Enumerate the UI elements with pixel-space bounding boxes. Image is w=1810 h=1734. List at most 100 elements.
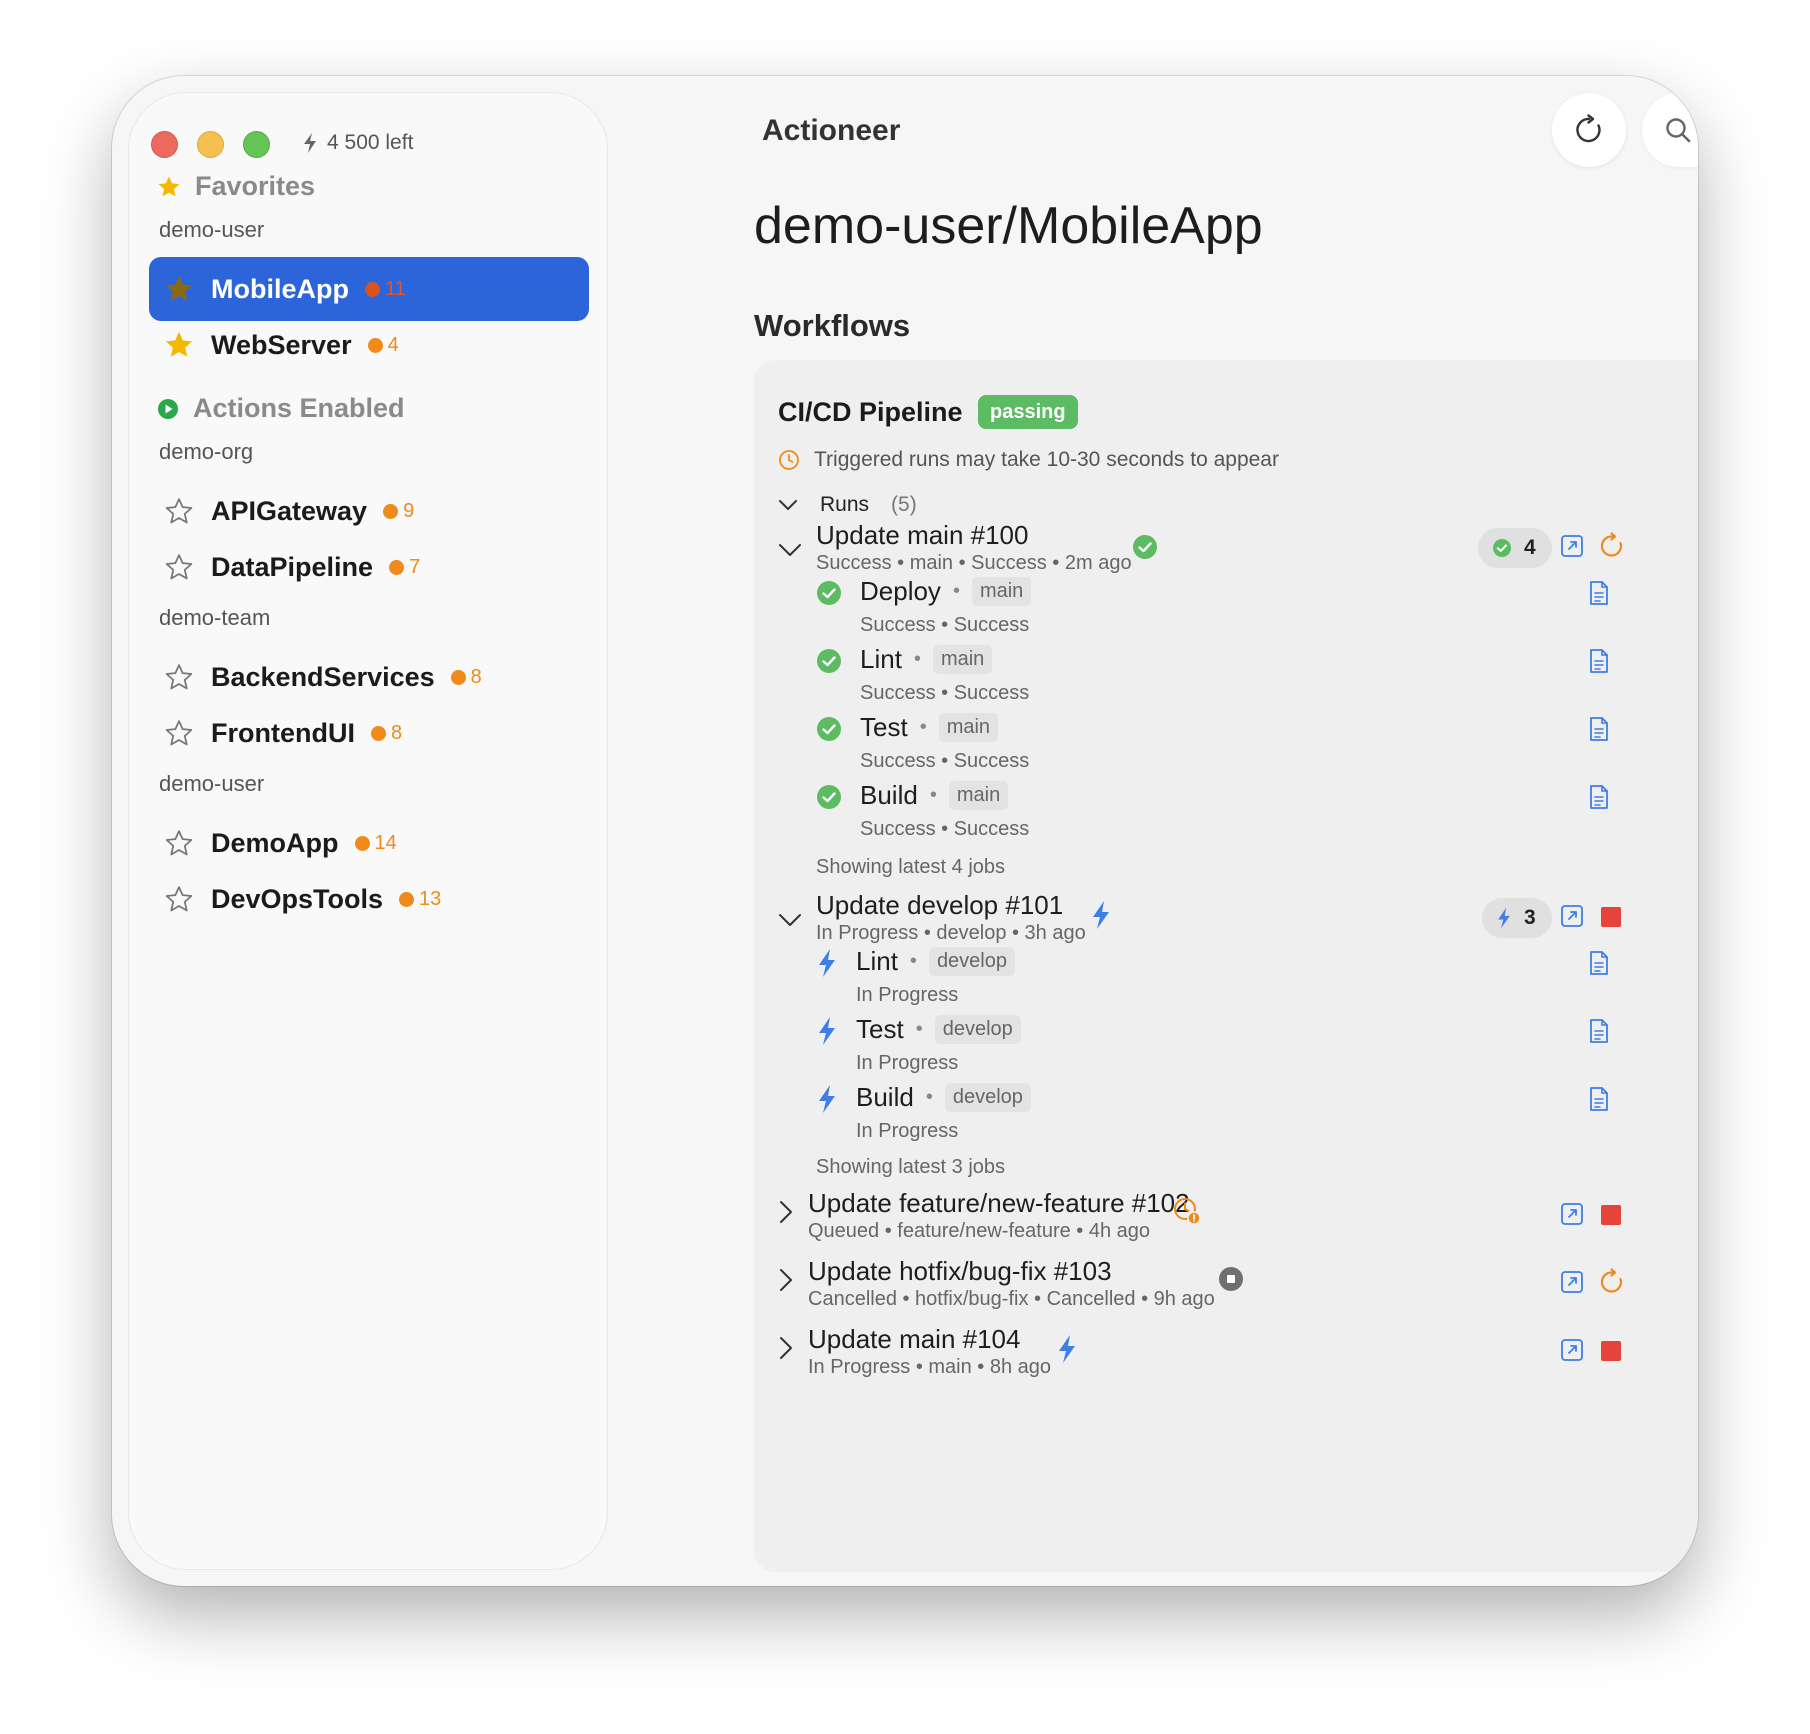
chevron-down-icon[interactable] <box>778 912 802 928</box>
runs-label: Runs <box>820 493 870 516</box>
job-item[interactable]: Build • develop <box>856 1082 1031 1113</box>
log-document-icon[interactable] <box>1588 784 1610 810</box>
star-filled-icon[interactable] <box>161 271 197 307</box>
job-status: Success • Success <box>860 818 1030 840</box>
owner-label: demo-team <box>159 605 271 630</box>
open-external-icon[interactable] <box>1560 904 1584 928</box>
branch-tag: develop <box>928 947 1015 976</box>
refresh-icon <box>1572 113 1606 147</box>
job-count-pill: 4 <box>1478 528 1552 568</box>
job-name: Build <box>860 780 918 810</box>
favorites-header: Favorites <box>157 171 315 202</box>
search-bar[interactable] <box>1642 93 1698 167</box>
chevron-right-icon[interactable] <box>778 1200 794 1224</box>
stop-icon[interactable] <box>1600 1204 1622 1226</box>
app-title: Actioneer <box>762 114 901 147</box>
chevron-right-icon[interactable] <box>778 1268 794 1292</box>
sidebar-repo-webserver[interactable]: WebServer 4 <box>149 313 589 377</box>
job-item[interactable]: Test • develop <box>856 1014 1021 1045</box>
job-item[interactable]: Lint • develop <box>856 946 1015 977</box>
log-document-icon[interactable] <box>1588 580 1610 606</box>
sidebar-repo-backendservices[interactable]: BackendServices 8 <box>149 645 589 709</box>
star-outline-icon[interactable] <box>161 549 197 585</box>
branch-tag: main <box>971 577 1032 606</box>
showing-jobs-text: Showing latest 3 jobs <box>816 1156 1006 1178</box>
rate-limit-indicator: 4 500 left <box>301 131 413 155</box>
stop-icon[interactable] <box>1600 1340 1622 1362</box>
stop-icon[interactable] <box>1600 906 1622 928</box>
star-outline-icon[interactable] <box>161 659 197 695</box>
job-item[interactable]: Deploy • main <box>860 576 1032 607</box>
repo-name: DevOpsTools <box>211 883 384 914</box>
run-title[interactable]: Update feature/new-feature #102 <box>808 1188 1190 1219</box>
sidebar-repo-apigateway[interactable]: APIGateway 9 <box>149 479 589 543</box>
log-document-icon[interactable] <box>1588 648 1610 674</box>
run-title[interactable]: Update hotfix/bug-fix #103 <box>808 1256 1112 1287</box>
sidebar: 4 500 left Favorites demo-user MobileApp… <box>128 92 608 1570</box>
main-content: Actioneer demo-user/MobileApp Workflows … <box>642 76 1698 1586</box>
sidebar-repo-datapipeline[interactable]: DataPipeline 7 <box>149 535 589 599</box>
minimize-window-button[interactable] <box>197 131 224 158</box>
job-count-pill: 3 <box>1482 898 1552 938</box>
log-document-icon[interactable] <box>1588 1086 1610 1112</box>
zoom-window-button[interactable] <box>243 131 270 158</box>
run-title[interactable]: Update main #100 <box>816 520 1028 551</box>
open-external-icon[interactable] <box>1560 1202 1584 1226</box>
open-external-icon[interactable] <box>1560 1338 1584 1362</box>
favorites-label: Favorites <box>195 171 316 201</box>
job-status: Success • Success <box>860 614 1030 636</box>
job-status: In Progress <box>856 1120 959 1142</box>
job-item[interactable]: Test • main <box>860 712 999 743</box>
workflow-count-badge: 8 <box>450 666 482 689</box>
close-window-button[interactable] <box>151 131 178 158</box>
run-title[interactable]: Update develop #101 <box>816 890 1063 921</box>
refresh-button[interactable] <box>1552 93 1626 167</box>
workflow-count-badge: 8 <box>370 722 402 745</box>
open-external-icon[interactable] <box>1560 534 1584 558</box>
star-outline-icon[interactable] <box>161 493 197 529</box>
run-subtitle: Cancelled • hotfix/bug-fix • Cancelled •… <box>808 1288 1215 1310</box>
log-document-icon[interactable] <box>1588 716 1610 742</box>
sidebar-repo-devopstools[interactable]: DevOpsTools 13 <box>149 867 589 931</box>
rerun-icon[interactable] <box>1598 1268 1626 1296</box>
job-item[interactable]: Build • main <box>860 780 1009 811</box>
chevron-down-icon <box>778 498 798 512</box>
star-outline-icon[interactable] <box>161 825 197 861</box>
star-filled-icon[interactable] <box>161 327 197 363</box>
chevron-down-icon[interactable] <box>778 542 802 558</box>
sidebar-repo-mobileapp[interactable]: MobileApp 11 <box>149 257 589 321</box>
sidebar-repo-demoapp[interactable]: DemoApp 14 <box>149 811 589 875</box>
success-check-icon <box>816 716 842 742</box>
job-item[interactable]: Lint • main <box>860 644 993 675</box>
run-subtitle: Success • main • Success • 2m ago <box>816 552 1132 574</box>
runs-toggle[interactable]: Runs (5) <box>778 493 917 517</box>
log-document-icon[interactable] <box>1588 1018 1610 1044</box>
log-document-icon[interactable] <box>1588 950 1610 976</box>
workflow-card: CI/CD Pipeline passing Triggered runs ma… <box>754 360 1698 1572</box>
job-status: In Progress <box>856 1052 959 1074</box>
repo-name: MobileApp <box>211 273 349 304</box>
owner-label: demo-org <box>159 439 254 464</box>
run-subtitle: In Progress • main • 8h ago <box>808 1356 1052 1378</box>
rerun-icon[interactable] <box>1598 532 1626 560</box>
sidebar-repo-frontendui[interactable]: FrontendUI 8 <box>149 701 589 765</box>
job-count: 4 <box>1524 536 1536 559</box>
repo-title: demo-user/MobileApp <box>754 197 1263 255</box>
workflow-count-badge: 11 <box>364 278 406 301</box>
job-status: Success • Success <box>860 750 1030 772</box>
star-outline-icon[interactable] <box>161 881 197 917</box>
workflow-name[interactable]: CI/CD Pipeline <box>778 397 963 428</box>
run-title[interactable]: Update main #104 <box>808 1324 1020 1355</box>
bolt-icon <box>301 132 319 154</box>
chevron-right-icon[interactable] <box>778 1336 794 1360</box>
success-check-icon <box>816 580 842 606</box>
star-filled-icon <box>157 175 181 199</box>
success-check-icon <box>1132 534 1158 560</box>
star-outline-icon[interactable] <box>161 715 197 751</box>
runs-count: (5) <box>891 493 917 516</box>
play-circle-icon <box>157 398 179 420</box>
repo-name: APIGateway <box>211 495 368 526</box>
branch-tag: main <box>932 645 993 674</box>
workflows-heading: Workflows <box>754 308 911 343</box>
open-external-icon[interactable] <box>1560 1270 1584 1294</box>
